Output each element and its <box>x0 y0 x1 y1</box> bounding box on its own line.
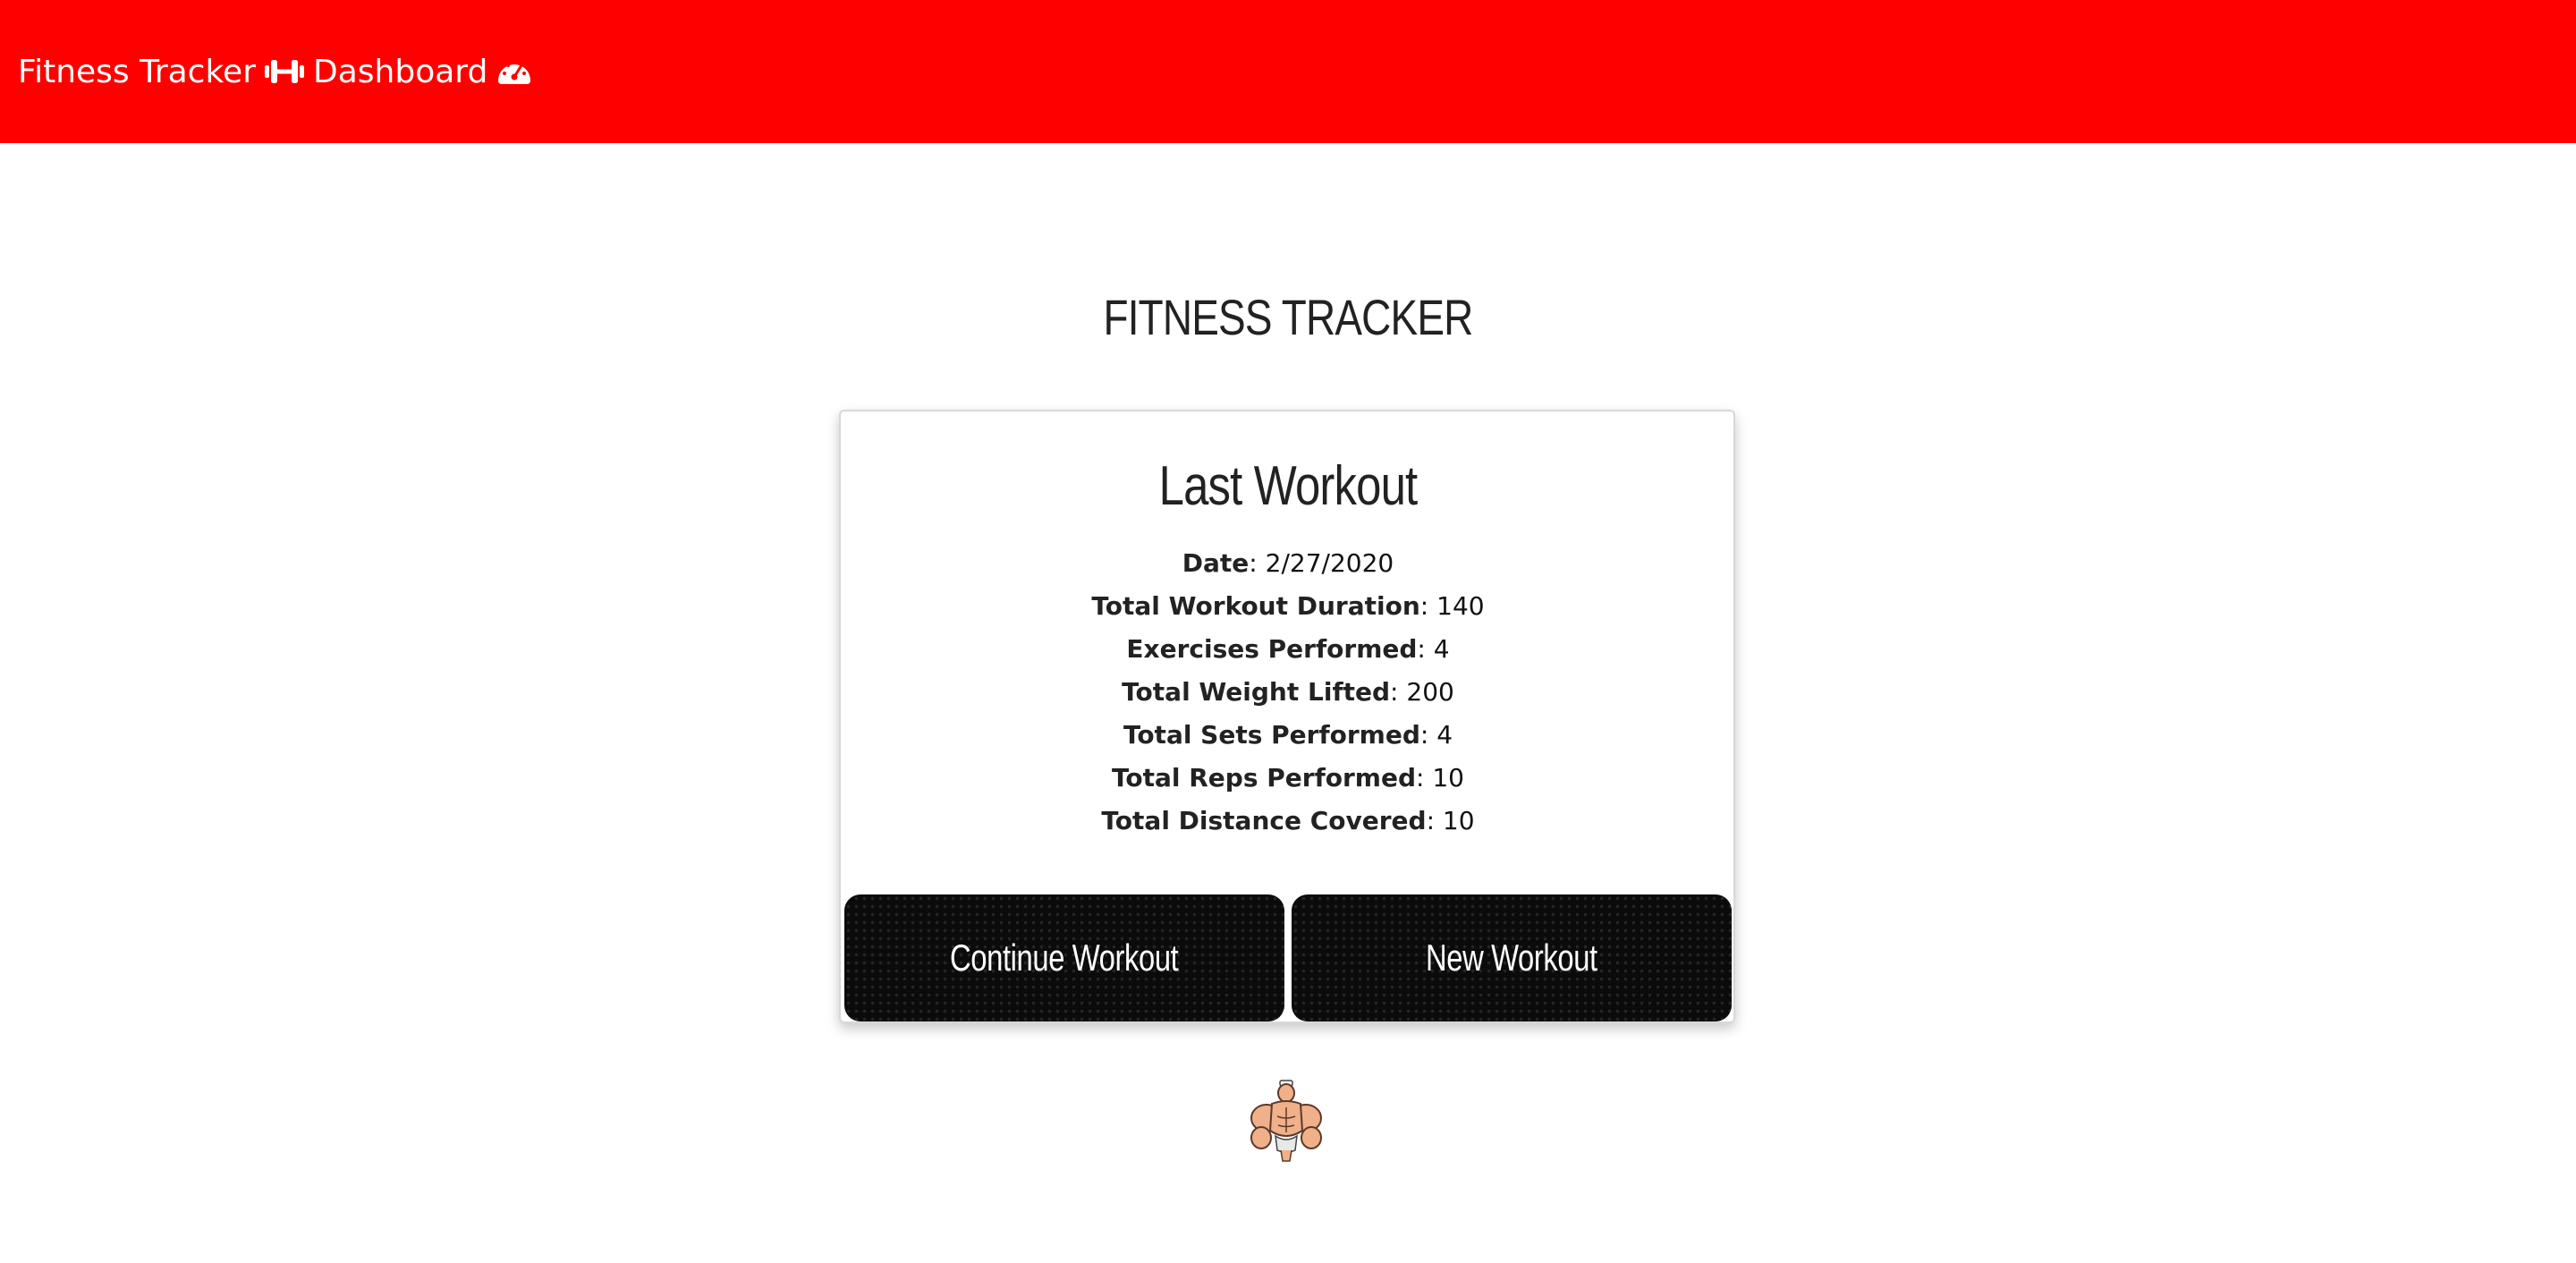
new-workout-label: New Workout <box>1426 937 1597 979</box>
stat-label: Exercises Performed <box>1126 634 1418 664</box>
muscle-man-icon <box>1249 1079 1324 1165</box>
new-workout-button[interactable]: New Workout <box>1292 894 1732 1021</box>
dashboard-label: Dashboard <box>313 53 488 90</box>
continue-workout-button[interactable]: Continue Workout <box>844 894 1284 1021</box>
dumbbell-icon <box>265 57 304 86</box>
stat-total-distance: Total Distance Covered: 10 <box>0 800 2576 843</box>
stat-value: : 10 <box>1426 806 1475 835</box>
stat-value: : 200 <box>1390 677 1454 707</box>
workout-stats-list: Date: 2/27/2020 Total Workout Duration: … <box>0 542 2576 843</box>
stat-value: : 10 <box>1416 763 1464 793</box>
stat-total-duration: Total Workout Duration: 140 <box>0 585 2576 628</box>
stat-label: Total Weight Lifted <box>1122 677 1391 707</box>
tachometer-icon <box>496 55 532 88</box>
stat-label: Total Sets Performed <box>1123 720 1420 750</box>
stat-total-weight: Total Weight Lifted: 200 <box>0 671 2576 714</box>
stat-label: Total Distance Covered <box>1101 806 1427 835</box>
stat-exercises-performed: Exercises Performed: 4 <box>0 628 2576 671</box>
brand-text: Fitness Tracker <box>18 53 256 90</box>
stat-label: Total Reps Performed <box>1112 763 1417 793</box>
page-title: FITNESS TRACKER <box>1103 289 1474 345</box>
stat-total-sets: Total Sets Performed: 4 <box>0 714 2576 757</box>
stat-value: : 4 <box>1417 634 1450 664</box>
stat-value: : 2/27/2020 <box>1249 548 1394 578</box>
navbar: Fitness Tracker Dashboard <box>0 0 2576 143</box>
stat-label: Total Workout Duration <box>1091 591 1420 621</box>
navbar-brand-link[interactable]: Fitness Tracker Dashboard <box>18 54 532 90</box>
stat-value: : 4 <box>1419 720 1453 750</box>
last-workout-title: Last Workout <box>1158 455 1419 517</box>
stat-value: : 140 <box>1419 591 1485 621</box>
stat-total-reps: Total Reps Performed: 10 <box>0 757 2576 800</box>
stat-label: Date <box>1182 548 1250 578</box>
continue-workout-label: Continue Workout <box>950 937 1179 979</box>
stat-date: Date: 2/27/2020 <box>0 542 2576 585</box>
